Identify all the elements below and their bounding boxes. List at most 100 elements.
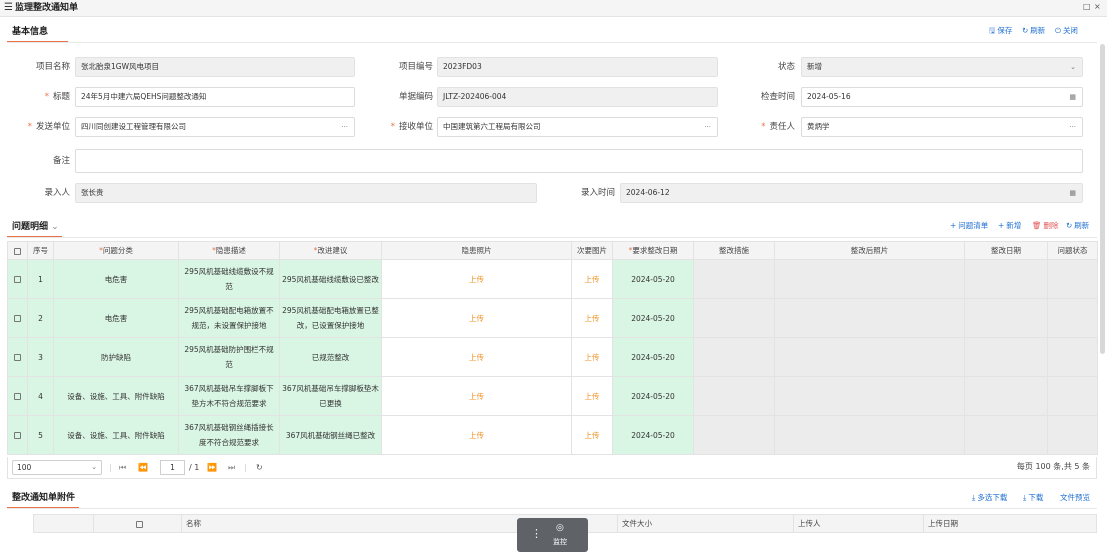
prev-page-icon[interactable]: ⏪ [138,460,148,475]
remark-input[interactable] [75,149,1083,173]
row-checkbox[interactable] [7,259,28,299]
upload-link[interactable]: 上传 [469,392,484,401]
hazard-description[interactable]: 295风机基础配电箱放置不规范，未设置保护接地 [178,298,280,338]
table-row[interactable]: 2 电危害 295风机基础配电箱放置不规范，未设置保护接地 295风机基础配电箱放置已… [7,298,1098,338]
hazard-photo-upload[interactable]: 上传 [381,259,572,299]
due-date[interactable]: 2024-05-20 [612,298,694,338]
due-date[interactable]: 2024-05-20 [612,415,694,455]
select-all-checkbox[interactable] [93,514,182,533]
due-date[interactable]: 2024-05-20 [612,259,694,299]
maximize-icon[interactable]: □ [1083,2,1091,11]
close-button[interactable]: ⏻ 关闭 [1055,26,1078,36]
hazard-photo-upload[interactable]: 上传 [381,298,572,338]
hazard-description[interactable]: 367风机基础钢丝绳插接长度不符合规范要求 [178,415,280,455]
multi-download-button[interactable]: ⤓ 多选下载 [972,493,1007,503]
improvement-advice[interactable]: 367风机基础吊车撑脚板垫木已更换 [279,376,382,416]
secondary-image-upload[interactable]: 上传 [571,259,613,299]
improvement-advice[interactable]: 295风机基础线缆敷设已整改 [279,259,382,299]
subject-input[interactable]: 24年5月中建六局QEHS问题整改通知 [75,87,355,107]
more-icon[interactable]: ··· [704,118,711,136]
improvement-advice[interactable]: 已规范整改 [279,337,382,377]
download-button[interactable]: ⤓ 下载 [1023,493,1043,503]
row-checkbox[interactable] [7,415,28,455]
due-date[interactable]: 2024-05-20 [612,337,694,377]
check-time-input[interactable]: 2024-05-16 ▦ [801,87,1083,107]
issue-checklist-button[interactable]: + 问题清单 [950,221,988,231]
next-page-icon[interactable]: ⏩ [207,460,217,475]
drag-handle-icon[interactable]: ⋮ [531,528,542,540]
doc-no-field[interactable]: JLTZ-202406-004 [437,87,718,107]
upload-link[interactable]: 上传 [585,392,600,401]
upload-link[interactable]: 上传 [469,431,484,440]
secondary-image-upload[interactable]: 上传 [571,376,613,416]
owner-value: 黄炳学 [807,122,830,131]
refresh-button[interactable]: ↻ 刷新 [1022,26,1045,36]
hazard-description[interactable]: 367风机基础吊车撑脚板下垫方木不符合规范要求 [178,376,280,416]
owner-label: * 责任人 [761,122,795,132]
monitor-floating-button[interactable]: ⋮ ◎ 监控 [517,518,588,552]
rectify-measures [693,376,775,416]
hazard-photo-upload[interactable]: 上传 [381,376,572,416]
issue-category[interactable]: 设备、设施、工具、附件缺陷 [53,376,179,416]
upload-link[interactable]: 上传 [585,353,600,362]
secondary-image-upload[interactable]: 上传 [571,337,613,377]
monitor-icon: ◎ [556,523,564,533]
project-name-field[interactable]: 张北胎泉1GW风电项目 [75,57,355,77]
issue-category[interactable]: 电危害 [53,298,179,338]
table-row[interactable]: 3 防护缺陷 295风机基础防护围栏不规范 已规范整改 上传 上传 2024-05-20 [7,337,1098,377]
hazard-photo-upload[interactable]: 上传 [381,415,572,455]
hazard-photo-upload[interactable]: 上传 [381,337,572,377]
close-window-icon[interactable]: × [1094,2,1101,11]
improvement-advice[interactable]: 295风机基础配电箱放置已整改，已设置保护接地 [279,298,382,338]
page-number-input[interactable]: 1 [160,460,185,475]
receiver-lookup[interactable]: 中国建筑第六工程局有限公司 ··· [437,117,718,137]
row-checkbox[interactable] [7,376,28,416]
issue-category[interactable]: 设备、设施、工具、附件缺陷 [53,415,179,455]
due-date[interactable]: 2024-05-20 [612,376,694,416]
table-row[interactable]: 1 电危害 295风机基础线缆敷设不规范 295风机基础线缆敷设已整改 上传 上传 2024… [7,259,1098,299]
improvement-advice[interactable]: 367风机基础钢丝绳已整改 [279,415,382,455]
calendar-icon[interactable]: ▦ [1069,184,1076,202]
issues-title[interactable]: 问题明细 ⌄ [12,221,59,233]
upload-link[interactable]: 上传 [469,275,484,284]
last-page-icon[interactable]: ⏭ [228,460,235,475]
entered-by-field[interactable]: 张长贵 [75,183,537,203]
power-icon: ⏻ [1055,26,1061,35]
more-icon[interactable]: ··· [1069,118,1076,136]
more-icon[interactable]: ··· [341,118,348,136]
table-row[interactable]: 4 设备、设施、工具、附件缺陷 367风机基础吊车撑脚板下垫方木不符合规范要求 367… [7,376,1098,416]
project-code-field[interactable]: 2023FD03 [437,57,718,77]
menu-icon[interactable]: ☰ [4,3,13,13]
upload-link[interactable]: 上传 [585,314,600,323]
upload-link[interactable]: 上传 [469,353,484,362]
reload-icon[interactable]: ↻ [256,460,263,475]
upload-link[interactable]: 上传 [585,275,600,284]
refresh-issues-button[interactable]: ↻ 刷新 [1066,221,1089,231]
issue-category[interactable]: 防护缺陷 [53,337,179,377]
pagination-bar: 100 ⌄ | ⏮ ⏪ 1 / 1 ⏩ ⏭ | ↻ 每页 100 条,共 5 条 [7,457,1097,479]
save-button[interactable]: 🖫 保存 [989,26,1012,36]
hazard-description[interactable]: 295风机基础防护围栏不规范 [178,337,280,377]
issue-category[interactable]: 电危害 [53,259,179,299]
upload-link[interactable]: 上传 [469,314,484,323]
secondary-image-upload[interactable]: 上传 [571,415,613,455]
add-issue-button[interactable]: + 新增 [998,221,1021,231]
delete-issue-button[interactable]: 🗑 删除 [1032,221,1059,231]
sender-lookup[interactable]: 四川同创建设工程管理有限公司 ··· [75,117,355,137]
table-row[interactable]: 5 设备、设施、工具、附件缺陷 367风机基础钢丝绳插接长度不符合规范要求 367风机… [7,415,1098,455]
receiver-value: 中国建筑第六工程局有限公司 [443,122,541,131]
select-all-checkbox[interactable] [7,241,28,260]
hazard-description[interactable]: 295风机基础线缆敷设不规范 [178,259,280,299]
calendar-icon[interactable]: ▦ [1069,88,1076,106]
upload-link[interactable]: 上传 [585,431,600,440]
page-size-select[interactable]: 100 ⌄ [12,460,102,475]
owner-lookup[interactable]: 黄炳学 ··· [801,117,1083,137]
status-select[interactable]: 新增 ⌄ [801,57,1083,77]
entered-time-field[interactable]: 2024-06-12 ▦ [620,183,1083,203]
row-checkbox[interactable] [7,298,28,338]
secondary-image-upload[interactable]: 上传 [571,298,613,338]
first-page-icon[interactable]: ⏮ [119,460,126,475]
row-checkbox[interactable] [7,337,28,377]
vertical-scrollbar[interactable] [1100,44,1105,354]
file-preview-button[interactable]: 文件预览 [1060,493,1090,503]
